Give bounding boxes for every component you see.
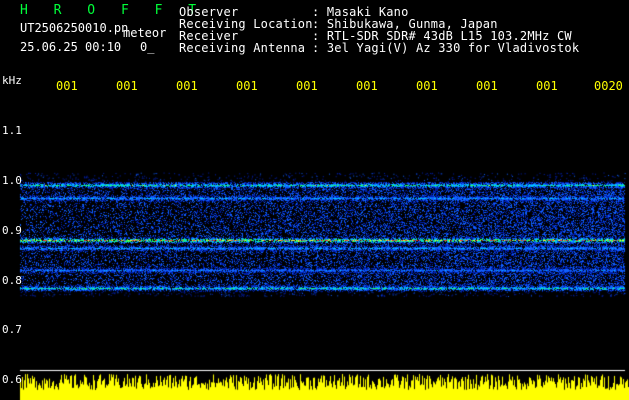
y-tick-label: 0.7: [2, 323, 22, 336]
spectrogram-display: [0, 0, 629, 400]
file-datetime: 25.06.25 00:10: [20, 40, 122, 54]
y-tick-label: 0.6: [2, 373, 22, 386]
x-tick-label: 001: [416, 79, 438, 93]
y-tick-label: 0.9: [2, 224, 22, 237]
x-tick-label: 001: [296, 79, 318, 93]
x-tick-label: 001: [56, 79, 78, 93]
x-tick-label: 001: [356, 79, 378, 93]
y-tick-label: 0.8: [2, 274, 22, 287]
y-tick-label: 1.0: [2, 174, 22, 187]
x-tick-label: 001: [536, 79, 558, 93]
app-title: H R O F F T: [20, 3, 206, 18]
info-label-antenna: Receiving Antenna: [179, 41, 306, 55]
x-tick-label: 001: [236, 79, 258, 93]
x-tick-label: 001: [476, 79, 498, 93]
file-name: UT2506250010.pn: [20, 21, 129, 35]
x-tick-label: 0020: [594, 79, 623, 93]
y-axis-unit: kHz: [2, 74, 22, 87]
file-status: 0_: [140, 40, 155, 54]
y-tick-label: 1.1: [2, 124, 22, 137]
file-type: meteor: [123, 26, 167, 40]
x-tick-label: 001: [176, 79, 198, 93]
info-value-antenna: : 3el Yagi(V) Az 330 for Vladivostok: [312, 41, 580, 55]
x-tick-label: 001: [116, 79, 138, 93]
